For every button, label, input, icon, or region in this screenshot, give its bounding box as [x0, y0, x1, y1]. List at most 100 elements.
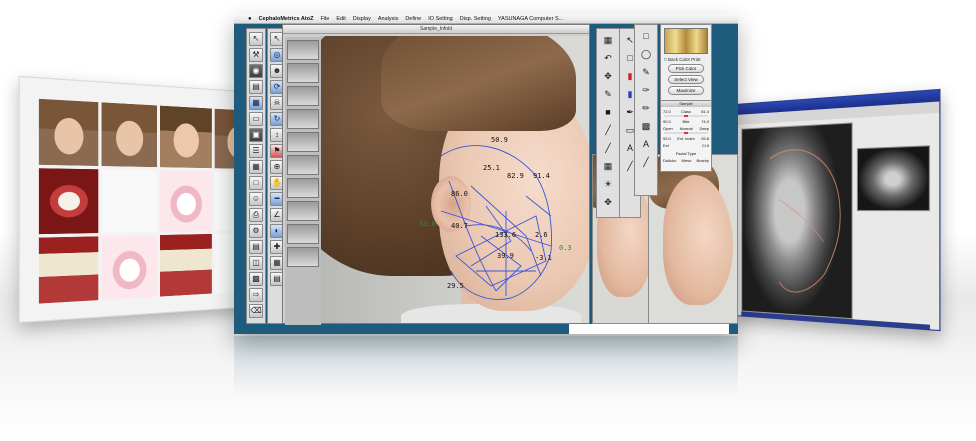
upper-occlusal-photo[interactable]	[38, 168, 99, 235]
report-icon[interactable]: □	[249, 176, 263, 190]
save-icon[interactable]: ▩	[249, 272, 263, 286]
move-icon[interactable]: ✥	[601, 69, 615, 83]
frontal-photo[interactable]	[101, 102, 157, 168]
sample-window-title[interactable]: Sample	[661, 101, 711, 107]
menu-analysis[interactable]: Analysis	[378, 14, 398, 23]
empty-slot	[101, 169, 157, 233]
chart-icon[interactable]: ▤	[249, 240, 263, 254]
document-icon[interactable]: ▤	[249, 80, 263, 94]
bite-label: Open	[663, 126, 673, 131]
folder-icon[interactable]: ▭	[249, 112, 263, 126]
facial-type-row: Dolicho Meso Brachy	[661, 158, 711, 163]
face-icon[interactable]: ☺	[249, 192, 263, 206]
drawing-toolbar: ▦ ↶ ✥ ✎ ■ ╱ ╱ ▦ ☀ ✥	[596, 28, 620, 218]
facial-type-option[interactable]: Brachy	[697, 158, 709, 163]
facial-type-label: Facial Type	[675, 151, 697, 156]
layers-icon[interactable]: ◫	[249, 256, 263, 270]
tools-icon[interactable]: ⚒	[249, 48, 263, 62]
bite-bar	[664, 132, 708, 134]
print-icon[interactable]: ⎙	[249, 208, 263, 222]
grid-icon[interactable]: ▦	[249, 160, 263, 174]
row-label: Ext. index	[677, 136, 695, 141]
xray-thumbnail[interactable]	[856, 145, 930, 212]
export-icon[interactable]: ⇨	[249, 288, 263, 302]
menu-define[interactable]: Define	[405, 14, 421, 23]
menu-display[interactable]: Display	[353, 14, 371, 23]
maximize-button[interactable]: Maximize	[668, 86, 704, 95]
measurement-label: 50.9	[491, 136, 508, 144]
pipette-icon[interactable]: ✎	[601, 87, 615, 101]
teeth-color-swatch[interactable]	[664, 28, 708, 54]
patient-profile-photo[interactable]: 50.9 25.1 82.9 91.4 86.0 33.0 40.7 133.6…	[321, 36, 589, 323]
index-label: Cl.II	[701, 143, 709, 148]
index-labels: Ext Cl.II	[661, 143, 711, 148]
xray-window	[735, 88, 941, 332]
thumbnail[interactable]	[287, 247, 319, 267]
line-icon[interactable]: ╱	[639, 155, 653, 169]
value-label: 81.4	[701, 109, 709, 114]
bite-label: Normal	[679, 126, 693, 131]
measurement-label: 82.9	[507, 172, 524, 180]
pick-color-button[interactable]: Pick Color	[668, 64, 704, 73]
stamp-icon[interactable]: ▦	[601, 33, 615, 47]
lasso-icon[interactable]: ↶	[601, 51, 615, 65]
menu-edit[interactable]: Edit	[336, 14, 345, 23]
measurement-label: 91.4	[533, 172, 550, 180]
back-color-checkbox[interactable]: □ Back Color Print	[664, 57, 708, 62]
arrows-icon[interactable]: ✥	[601, 195, 615, 209]
value-label: 92.0	[663, 136, 671, 141]
paint-bucket-icon[interactable]: ▩	[639, 119, 653, 133]
trash-icon[interactable]: ⌫	[249, 304, 263, 318]
window-footer	[569, 324, 729, 334]
bulb-icon[interactable]: ☀	[601, 177, 615, 191]
measurement-label: 0.3	[559, 244, 572, 252]
menu-io-setting[interactable]: IO Setting	[428, 14, 452, 23]
measurement-label: 133.6	[495, 231, 517, 239]
patient-photo-gallery	[18, 75, 264, 324]
image-window-title[interactable]: Sample_Infold	[283, 25, 589, 34]
pencil-icon[interactable]: ✏	[639, 101, 653, 115]
right-intraoral-photo[interactable]	[38, 236, 99, 304]
marker-icon[interactable]: ■	[601, 105, 615, 119]
value-label: 74.0	[701, 119, 709, 124]
class-bar	[664, 115, 708, 117]
apple-menu-icon[interactable]: ●	[248, 14, 252, 23]
measurement-label: 29.5	[447, 282, 464, 290]
smile-photo[interactable]	[160, 105, 212, 169]
camera-icon[interactable]: ◉	[249, 64, 263, 78]
settings-icon[interactable]: ⚙	[249, 224, 263, 238]
image-window: Sample_Infold 50.9 25.1 82.9 91.4 86.0 3…	[282, 24, 590, 325]
list-icon[interactable]: ☰	[249, 144, 263, 158]
cephalometric-xray	[741, 122, 853, 320]
menu-file[interactable]: File	[320, 14, 329, 23]
sample-analysis-window: Sample 72.0 Class 81.4 90.0 Bite 74.0 Op…	[660, 100, 712, 172]
lower-occlusal-photo[interactable]	[160, 170, 212, 232]
select-view-button[interactable]: Select View	[668, 75, 704, 84]
monitor-icon[interactable]: ▣	[249, 128, 263, 142]
desktop-screen: ● CephaloMetrics AtoZ File Edit Display …	[234, 14, 738, 334]
line-tool-icon[interactable]: ╱	[601, 123, 615, 137]
eyedropper-icon[interactable]: ✎	[639, 65, 653, 79]
menu-yasunaga[interactable]: YASUNAGA Computer S...	[498, 14, 563, 23]
frontal-intraoral-photo[interactable]	[101, 235, 157, 300]
selection-icon[interactable]: □	[639, 29, 653, 43]
app-menu[interactable]: CephaloMetrics AtoZ	[259, 14, 314, 23]
back-color-label: Back Color Print	[667, 57, 701, 62]
menu-bar: ● CephaloMetrics AtoZ File Edit Display …	[234, 14, 738, 24]
measurement-label: 2.6	[535, 231, 548, 239]
menu-disp-setting[interactable]: Disp. Setting	[460, 14, 491, 23]
grid-icon[interactable]: ▦	[601, 159, 615, 173]
line-tool-icon[interactable]: ╱	[601, 141, 615, 155]
arrow-tool-icon[interactable]: ↖	[249, 32, 263, 46]
value-label: 90.0	[663, 119, 671, 124]
brush-icon[interactable]: ✑	[639, 83, 653, 97]
text-icon[interactable]: A	[639, 137, 653, 151]
left-intraoral-photo[interactable]	[160, 233, 212, 297]
facial-type-option[interactable]: Meso	[682, 158, 692, 163]
facial-type-option[interactable]: Dolicho	[663, 158, 676, 163]
profile-photo[interactable]	[38, 98, 99, 166]
comparison-photo-window[interactable]	[648, 154, 738, 324]
image-icon[interactable]: ▦	[249, 96, 263, 110]
measurement-label: 39.9	[497, 252, 514, 260]
lasso-icon[interactable]: ◯	[639, 47, 653, 61]
